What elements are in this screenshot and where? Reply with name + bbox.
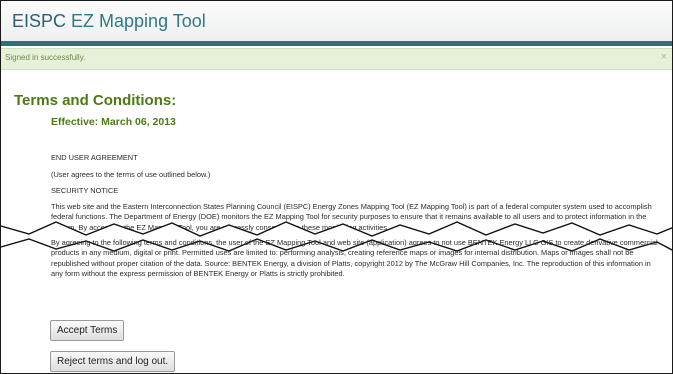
usage-paragraph: By agreeing to the following terms and c… xyxy=(51,238,658,279)
close-icon[interactable]: × xyxy=(661,51,667,63)
app-header: EISPC EZ Mapping Tool xyxy=(1,1,672,41)
flash-notice-text: Signed in successfully. xyxy=(5,53,86,62)
app-title-tool: EZ Mapping Tool xyxy=(71,11,206,31)
page-title: Terms and Conditions: xyxy=(14,92,177,109)
flash-notice: Signed in successfully. × xyxy=(1,48,672,70)
reject-terms-button[interactable]: Reject terms and log out. xyxy=(50,351,176,372)
effective-date: Effective: March 06, 2013 xyxy=(51,116,176,128)
app-title: EISPC EZ Mapping Tool xyxy=(12,10,206,32)
agreement-subheading: (User agrees to the terms of use outline… xyxy=(51,170,211,179)
security-heading: SECURITY NOTICE xyxy=(51,186,119,195)
screenshot-frame: EISPC EZ Mapping Tool Signed in successf… xyxy=(0,0,673,374)
accept-terms-button[interactable]: Accept Terms xyxy=(50,320,125,341)
header-accent-bar xyxy=(1,41,672,46)
app-title-org: EISPC xyxy=(12,11,72,31)
agreement-heading: END USER AGREEMENT xyxy=(51,153,138,162)
